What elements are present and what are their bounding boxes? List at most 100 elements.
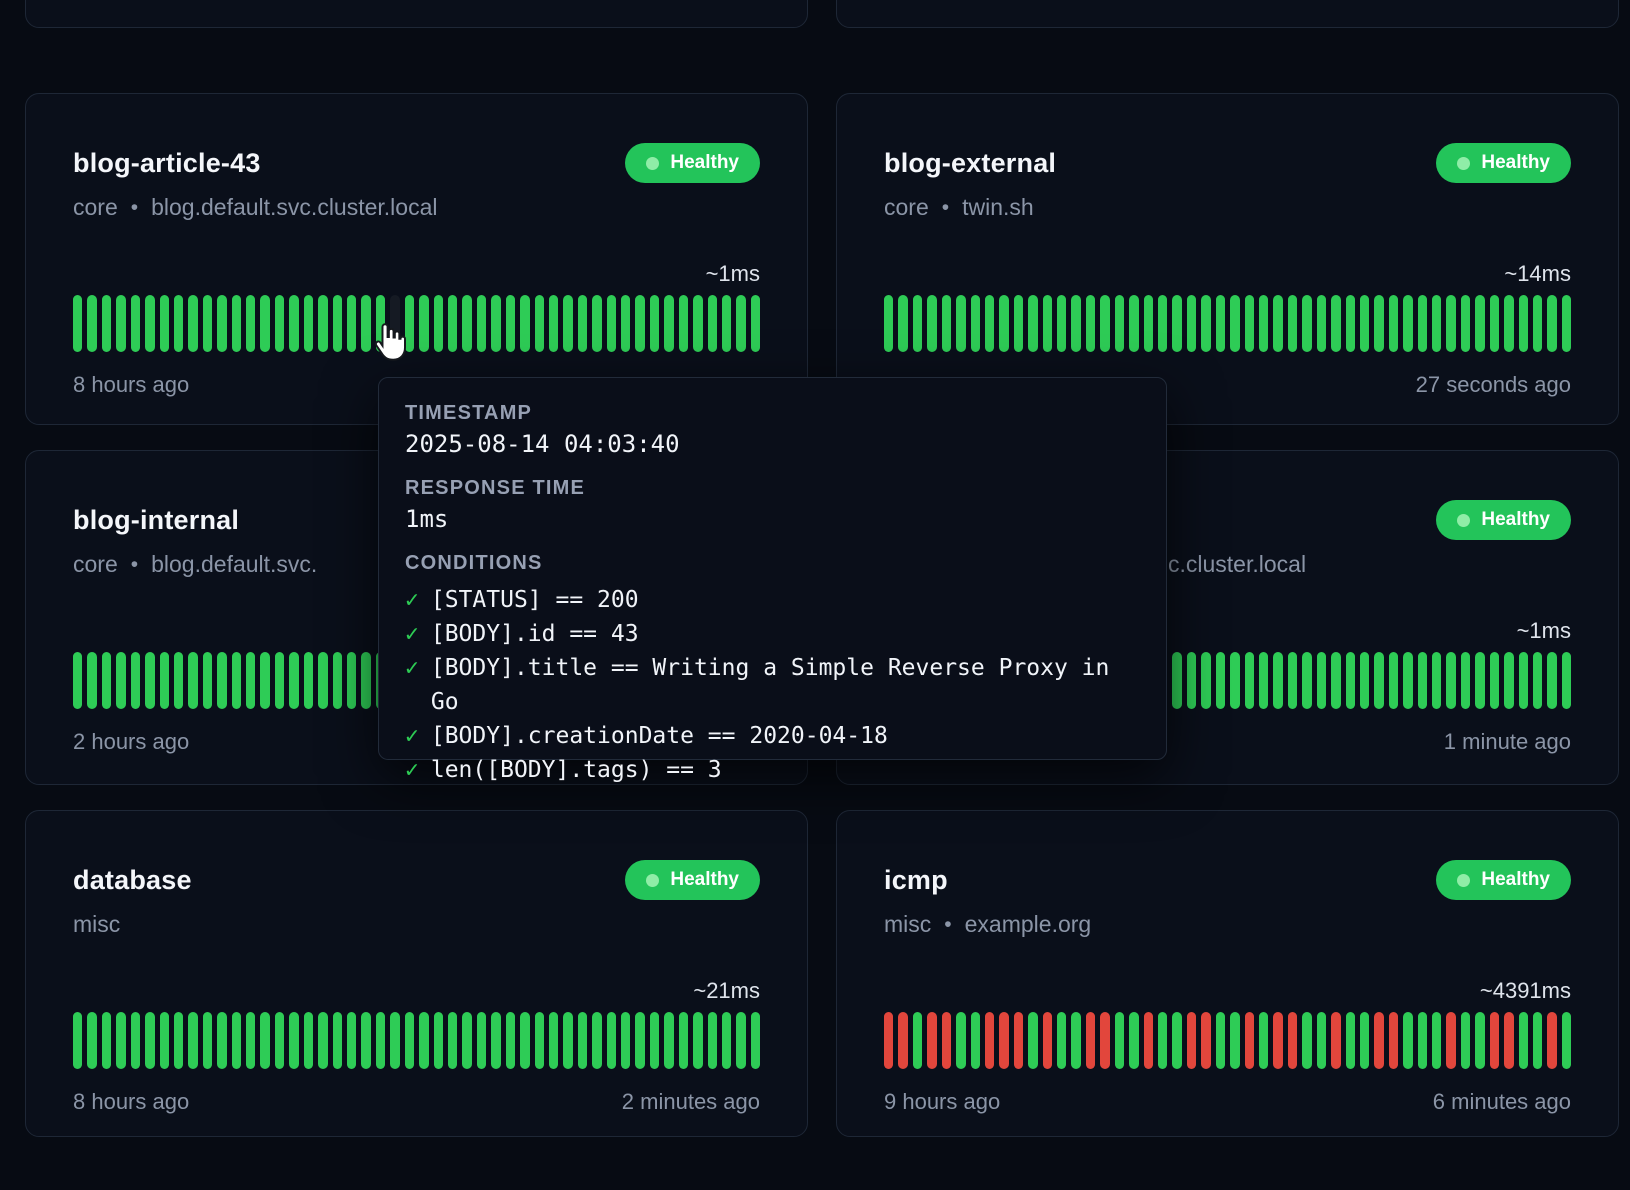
- uptime-bar[interactable]: [1129, 1012, 1138, 1069]
- uptime-bar[interactable]: [275, 1012, 284, 1069]
- uptime-bar[interactable]: [1028, 1012, 1037, 1069]
- uptime-bar[interactable]: [1547, 652, 1556, 709]
- uptime-bar[interactable]: [1201, 295, 1210, 352]
- uptime-bar[interactable]: [1071, 295, 1080, 352]
- uptime-bar[interactable]: [1172, 652, 1181, 709]
- uptime-bar[interactable]: [102, 652, 111, 709]
- uptime-bar[interactable]: [1144, 295, 1153, 352]
- uptime-bar[interactable]: [1461, 295, 1470, 352]
- uptime-bar[interactable]: [1302, 1012, 1311, 1069]
- uptime-bar[interactable]: [1187, 652, 1196, 709]
- uptime-bar[interactable]: [679, 1012, 688, 1069]
- uptime-bar[interactable]: [1475, 652, 1484, 709]
- uptime-bar[interactable]: [1317, 1012, 1326, 1069]
- uptime-bar[interactable]: [347, 652, 356, 709]
- uptime-bar[interactable]: [1461, 1012, 1470, 1069]
- uptime-bar[interactable]: [361, 295, 370, 352]
- uptime-bar[interactable]: [1389, 652, 1398, 709]
- uptime-bar[interactable]: [1562, 1012, 1571, 1069]
- uptime-bar[interactable]: [1273, 652, 1282, 709]
- uptime-bar[interactable]: [1259, 295, 1268, 352]
- uptime-bar[interactable]: [1360, 1012, 1369, 1069]
- uptime-bar[interactable]: [1490, 295, 1499, 352]
- uptime-bar[interactable]: [1403, 295, 1412, 352]
- uptime-bar[interactable]: [304, 1012, 313, 1069]
- uptime-bar[interactable]: [985, 295, 994, 352]
- uptime-bar[interactable]: [260, 1012, 269, 1069]
- uptime-bar[interactable]: [751, 295, 760, 352]
- uptime-bar[interactable]: [1547, 295, 1556, 352]
- uptime-bar[interactable]: [376, 1012, 385, 1069]
- uptime-bar[interactable]: [1158, 295, 1167, 352]
- uptime-bar[interactable]: [884, 295, 893, 352]
- uptime-bar[interactable]: [1216, 295, 1225, 352]
- uptime-bar[interactable]: [1446, 652, 1455, 709]
- uptime-bar[interactable]: [1086, 1012, 1095, 1069]
- uptime-bar[interactable]: [1158, 1012, 1167, 1069]
- uptime-bar[interactable]: [275, 652, 284, 709]
- uptime-bar[interactable]: [1245, 295, 1254, 352]
- uptime-bar[interactable]: [578, 295, 587, 352]
- uptime-bar[interactable]: [289, 1012, 298, 1069]
- endpoint-card-database[interactable]: database Healthy misc ~21ms 8 hours ago …: [25, 810, 808, 1137]
- uptime-bar[interactable]: [751, 1012, 760, 1069]
- uptime-bar[interactable]: [390, 295, 399, 352]
- endpoint-card-blog-article-43[interactable]: blog-article-43 Healthy core • blog.defa…: [25, 93, 808, 425]
- uptime-bar[interactable]: [1346, 295, 1355, 352]
- uptime-bar[interactable]: [1389, 1012, 1398, 1069]
- uptime-bar[interactable]: [1490, 652, 1499, 709]
- uptime-bar[interactable]: [116, 652, 125, 709]
- uptime-bar[interactable]: [1446, 295, 1455, 352]
- uptime-bar[interactable]: [304, 652, 313, 709]
- uptime-bar[interactable]: [635, 295, 644, 352]
- uptime-bar[interactable]: [898, 295, 907, 352]
- endpoint-card-icmp[interactable]: icmp Healthy misc • example.org ~4391ms …: [836, 810, 1619, 1137]
- uptime-bar[interactable]: [361, 652, 370, 709]
- uptime-bar[interactable]: [1432, 295, 1441, 352]
- uptime-bar[interactable]: [333, 1012, 342, 1069]
- uptime-bar[interactable]: [203, 652, 212, 709]
- uptime-bar[interactable]: [1547, 1012, 1556, 1069]
- uptime-bar[interactable]: [563, 1012, 572, 1069]
- uptime-bar[interactable]: [913, 1012, 922, 1069]
- uptime-bar[interactable]: [1014, 1012, 1023, 1069]
- uptime-bar[interactable]: [73, 652, 82, 709]
- uptime-bar[interactable]: [578, 1012, 587, 1069]
- uptime-bar[interactable]: [506, 1012, 515, 1069]
- uptime-bar[interactable]: [217, 652, 226, 709]
- uptime-bar[interactable]: [1288, 295, 1297, 352]
- uptime-bar[interactable]: [1446, 1012, 1455, 1069]
- uptime-bar[interactable]: [318, 1012, 327, 1069]
- uptime-bar[interactable]: [203, 1012, 212, 1069]
- uptime-bar[interactable]: [956, 295, 965, 352]
- uptime-bar[interactable]: [607, 295, 616, 352]
- uptime-bar[interactable]: [913, 295, 922, 352]
- uptime-bar[interactable]: [376, 295, 385, 352]
- uptime-bar[interactable]: [1273, 295, 1282, 352]
- uptime-bar[interactable]: [131, 652, 140, 709]
- uptime-bar[interactable]: [535, 1012, 544, 1069]
- uptime-bar[interactable]: [1057, 295, 1066, 352]
- uptime-bar[interactable]: [1245, 1012, 1254, 1069]
- uptime-bar[interactable]: [347, 295, 356, 352]
- uptime-bar[interactable]: [275, 295, 284, 352]
- uptime-bar[interactable]: [361, 1012, 370, 1069]
- uptime-bar[interactable]: [477, 1012, 486, 1069]
- uptime-bar[interactable]: [1317, 652, 1326, 709]
- uptime-bar[interactable]: [145, 652, 154, 709]
- uptime-bar[interactable]: [87, 652, 96, 709]
- uptime-bar[interactable]: [693, 295, 702, 352]
- uptime-bar[interactable]: [664, 295, 673, 352]
- uptime-bar[interactable]: [174, 652, 183, 709]
- uptime-bar[interactable]: [1403, 1012, 1412, 1069]
- uptime-bar[interactable]: [73, 295, 82, 352]
- uptime-bar[interactable]: [304, 295, 313, 352]
- uptime-bar[interactable]: [1533, 295, 1542, 352]
- uptime-bar[interactable]: [1490, 1012, 1499, 1069]
- uptime-bar[interactable]: [131, 295, 140, 352]
- uptime-bar[interactable]: [549, 1012, 558, 1069]
- uptime-bar[interactable]: [260, 295, 269, 352]
- uptime-bar[interactable]: [347, 1012, 356, 1069]
- uptime-bar[interactable]: [462, 295, 471, 352]
- uptime-bar[interactable]: [1475, 295, 1484, 352]
